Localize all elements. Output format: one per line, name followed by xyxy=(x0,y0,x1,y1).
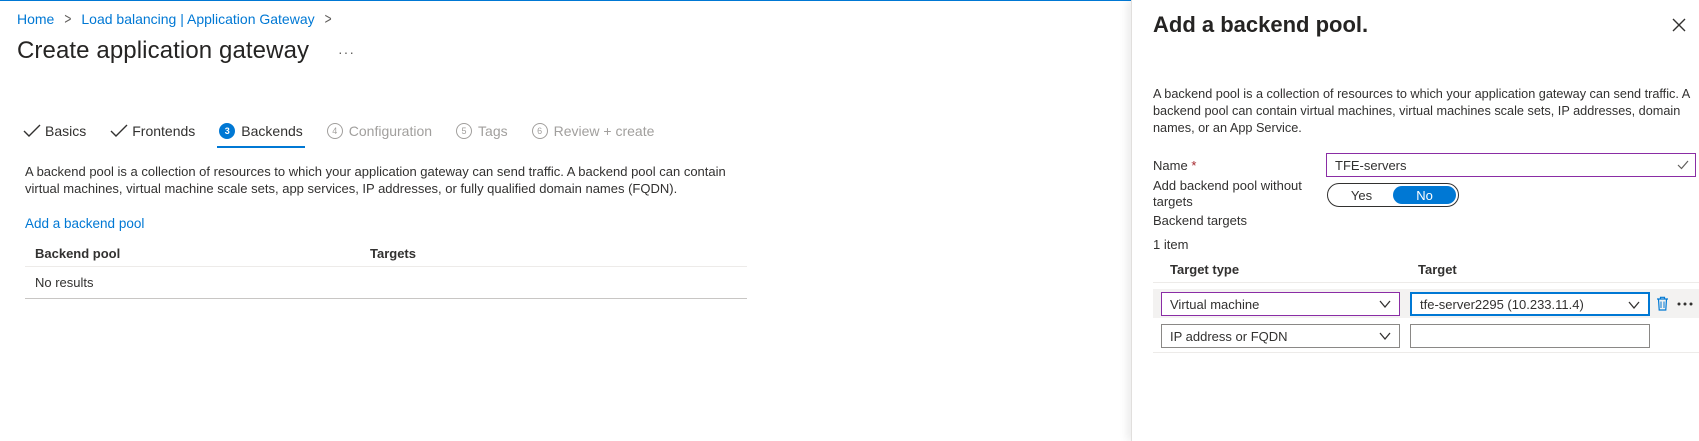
tab-backends[interactable]: 3 Backends xyxy=(217,120,306,148)
tab-review-create[interactable]: 6 Review + create xyxy=(531,120,655,142)
target-type-value: Virtual machine xyxy=(1170,296,1260,312)
checkmark-icon xyxy=(110,124,128,137)
name-label: Name * xyxy=(1153,158,1196,174)
backend-targets-label: Backend targets xyxy=(1153,213,1247,228)
target-type-dropdown[interactable]: Virtual machine xyxy=(1161,292,1400,316)
tab-frontends[interactable]: Frontends xyxy=(110,120,195,142)
column-header-backend-pool[interactable]: Backend pool xyxy=(25,246,370,261)
breadcrumb-load-balancing[interactable]: Load balancing | Application Gateway xyxy=(81,11,314,27)
name-field-value: TFE-servers xyxy=(1335,157,1407,173)
target-type-dropdown[interactable]: IP address or FQDN xyxy=(1161,324,1400,348)
chevron-right-icon: > xyxy=(64,9,72,29)
tab-label: Review + create xyxy=(553,123,655,139)
close-icon[interactable] xyxy=(1671,17,1687,33)
tab-tags[interactable]: 5 Tags xyxy=(456,120,508,142)
chevron-down-icon xyxy=(1379,300,1391,309)
step-number-badge: 6 xyxy=(531,123,548,139)
tab-configuration[interactable]: 4 Configuration xyxy=(326,120,433,142)
target-value: tfe-server2295 (10.233.11.4) xyxy=(1420,296,1584,312)
chevron-down-icon xyxy=(1628,301,1640,310)
add-backend-pool-panel: Add a backend pool. A backend pool is a … xyxy=(1131,0,1699,441)
chevron-down-icon xyxy=(1379,332,1391,341)
breadcrumb-home[interactable]: Home xyxy=(17,11,54,27)
toggle-no[interactable]: No xyxy=(1393,186,1456,204)
panel-description: A backend pool is a collection of resour… xyxy=(1153,87,1690,135)
table-header: Backend pool Targets xyxy=(25,240,747,267)
tab-label: Basics xyxy=(45,123,87,139)
valid-checkmark-icon xyxy=(1677,160,1689,170)
column-header-targets[interactable]: Targets xyxy=(370,246,416,261)
without-targets-toggle[interactable]: Yes No xyxy=(1327,183,1459,207)
header-divider xyxy=(1153,282,1699,283)
column-header-target: Target xyxy=(1418,262,1457,277)
name-field[interactable]: TFE-servers xyxy=(1326,153,1696,177)
target-type-value: IP address or FQDN xyxy=(1170,328,1288,344)
checkmark-icon xyxy=(23,124,41,137)
rows-divider xyxy=(1153,352,1699,353)
more-options-icon[interactable]: ··· xyxy=(338,44,355,60)
page-title: Create application gateway xyxy=(17,37,310,64)
breadcrumb: Home > Load balancing | Application Gate… xyxy=(17,9,342,29)
wizard-tabs: Basics Frontends 3 Backends 4 Configurat… xyxy=(23,120,678,148)
required-asterisk: * xyxy=(1191,158,1197,173)
without-targets-label: Add backend pool without targets xyxy=(1153,178,1302,209)
step-number-badge: 3 xyxy=(219,123,236,139)
more-options-icon[interactable] xyxy=(1677,302,1693,306)
target-dropdown[interactable]: tfe-server2295 (10.233.11.4) xyxy=(1410,292,1650,316)
tab-label: Tags xyxy=(478,123,508,139)
tab-basics[interactable]: Basics xyxy=(23,120,86,142)
name-label-text: Name xyxy=(1153,158,1188,173)
column-header-target-type: Target type xyxy=(1170,262,1240,277)
tab-label: Backends xyxy=(241,123,303,139)
step-number-badge: 5 xyxy=(456,123,473,139)
panel-title: Add a backend pool. xyxy=(1153,12,1369,37)
item-count: 1 item xyxy=(1153,237,1189,252)
empty-results-row: No results xyxy=(25,267,747,299)
toggle-yes[interactable]: Yes xyxy=(1330,186,1393,204)
backends-description: A backend pool is a collection of resour… xyxy=(25,164,726,196)
target-input[interactable] xyxy=(1410,324,1650,348)
chevron-right-icon: > xyxy=(324,9,332,29)
trash-icon[interactable] xyxy=(1656,296,1669,311)
backend-pools-table: Backend pool Targets No results xyxy=(25,240,747,299)
step-number-badge: 4 xyxy=(326,123,343,139)
tab-label: Configuration xyxy=(348,123,433,139)
tab-label: Frontends xyxy=(132,123,196,139)
add-backend-pool-link[interactable]: Add a backend pool xyxy=(25,216,144,231)
